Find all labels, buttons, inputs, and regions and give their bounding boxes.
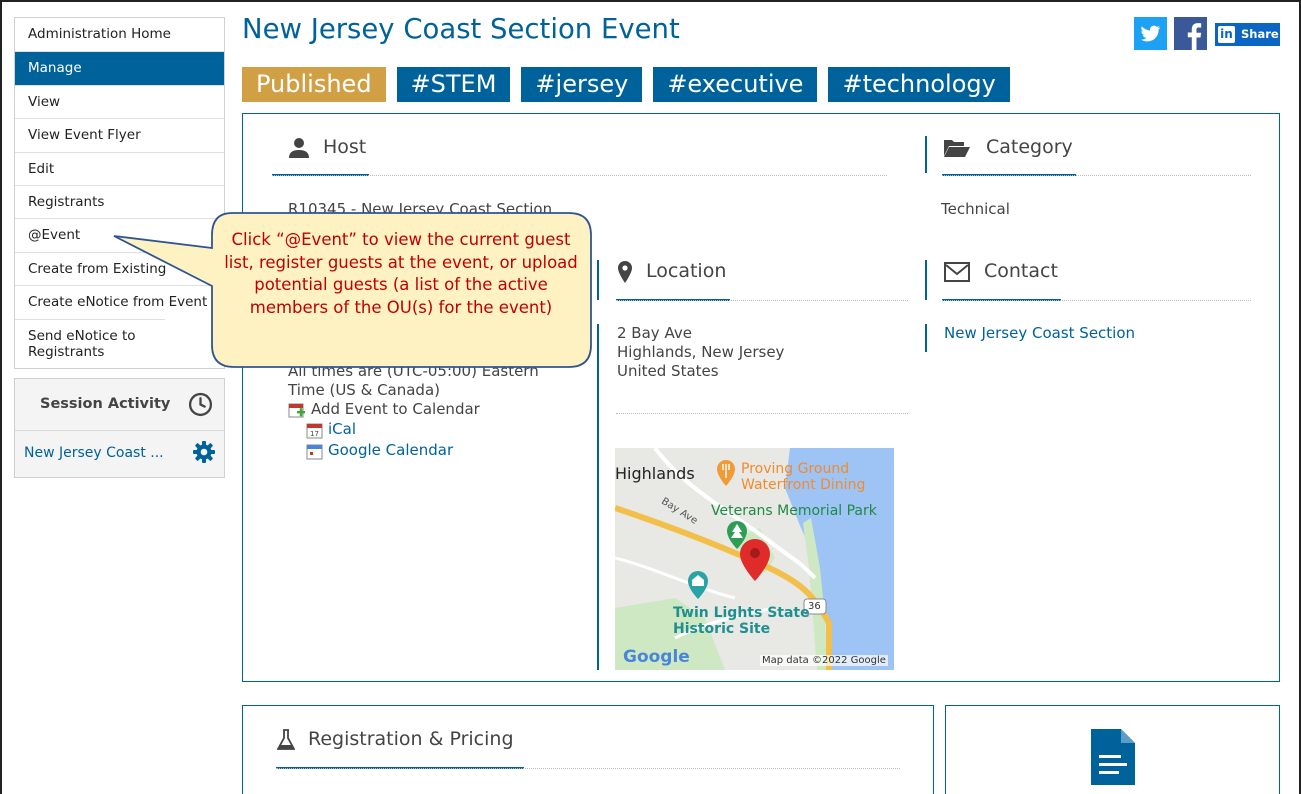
map-attribution[interactable]: Map data ©2022 Google	[760, 655, 888, 666]
calendar-add-icon	[288, 403, 305, 418]
google-calendar-icon	[306, 444, 323, 460]
address-line-1: 2 Bay Ave	[617, 324, 692, 342]
google-calendar-link[interactable]: Google Calendar	[328, 441, 453, 459]
map-route-shield: 36	[808, 601, 821, 612]
location-map[interactable]: Highlands Bay Ave Proving Ground Waterfr…	[615, 448, 894, 670]
category-value: Technical	[941, 200, 1010, 218]
restaurant-pin-icon	[717, 460, 735, 486]
menu-item-view-event-flyer[interactable]: View Event Flyer	[15, 118, 224, 151]
session-activity-panel: Session Activity New Jersey Coast ...	[14, 378, 225, 478]
session-activity-title: Session Activity	[40, 396, 171, 412]
menu-item-manage[interactable]: Manage	[15, 51, 224, 85]
linkedin-share-label: Share	[1241, 27, 1279, 41]
address-divider	[616, 413, 908, 414]
tag-row: Published #STEM #jersey #executive #tech…	[242, 67, 1010, 102]
category-heading-text: Category	[986, 136, 1073, 158]
session-activity-link[interactable]: New Jersey Coast ...	[24, 445, 164, 461]
gear-icon[interactable]	[192, 440, 216, 464]
callout-text: Click “@Event” to view the current guest…	[224, 230, 578, 317]
map-label-poi2-line2: Historic Site	[673, 621, 771, 637]
contact-vline	[925, 324, 927, 352]
map-label-poi1-line2: Waterfront Dining	[741, 477, 866, 493]
location-vline	[597, 324, 599, 670]
host-value: R10345 - New Jersey Coast Section	[288, 200, 553, 218]
menu-item-create-enotice[interactable]: Create eNotice from Event	[15, 285, 224, 318]
twitter-icon[interactable]	[1134, 17, 1167, 50]
documents-panel	[945, 705, 1280, 794]
timezone-line-1: All times are (UTC-05:00) Eastern	[288, 362, 539, 380]
menu-item-create-from-existing[interactable]: Create from Existing	[15, 251, 224, 285]
registration-heading-text: Registration & Pricing	[308, 728, 514, 750]
status-badge: Published	[242, 67, 386, 102]
admin-menu: Administration Home Manage View View Eve…	[14, 17, 225, 369]
google-logo: Google	[623, 647, 690, 667]
clock-icon[interactable]	[188, 392, 213, 417]
map-label-town: Highlands	[615, 464, 695, 483]
timezone-line-2: Time (US & Canada)	[288, 381, 440, 399]
menu-item-send-enotice[interactable]: Send eNotice to Registrants	[15, 318, 165, 368]
tag-executive[interactable]: #executive	[653, 67, 818, 102]
menu-item-edit[interactable]: Edit	[15, 151, 224, 185]
page-title: New Jersey Coast Section Event	[242, 13, 680, 45]
host-heading-text: Host	[323, 136, 367, 158]
tag-jersey[interactable]: #jersey	[521, 67, 643, 102]
contact-divider	[942, 300, 1251, 301]
document-icon[interactable]	[1089, 727, 1137, 787]
host-divider	[272, 175, 887, 176]
linkedin-icon: in	[1218, 26, 1235, 43]
contact-heading: Contact	[943, 260, 1243, 286]
contact-vline-top	[925, 260, 927, 300]
session-divider	[15, 430, 224, 431]
registration-pricing-panel: Registration & Pricing	[242, 705, 934, 794]
address-line-3: United States	[617, 362, 719, 380]
facebook-icon[interactable]	[1174, 17, 1207, 50]
tag-technology[interactable]: #technology	[828, 67, 1010, 102]
tag-stem[interactable]: #STEM	[396, 67, 511, 102]
envelope-icon	[944, 262, 970, 282]
historic-site-pin-icon	[688, 571, 708, 599]
menu-item-registrants[interactable]: Registrants	[15, 184, 224, 218]
map-label-park: Veterans Memorial Park	[711, 503, 877, 519]
map-label-poi2-line1: Twin Lights State	[673, 605, 810, 621]
registration-divider	[276, 768, 900, 769]
category-heading: Category	[943, 136, 1243, 162]
address-line-2: Highlands, New Jersey	[617, 343, 785, 361]
host-heading: Host	[287, 136, 587, 162]
category-vline	[925, 136, 927, 173]
linkedin-share-button[interactable]: in Share	[1215, 23, 1280, 46]
location-heading-text: Location	[646, 260, 727, 282]
category-divider	[942, 175, 1251, 176]
social-share	[1134, 17, 1207, 50]
add-to-calendar-label: Add Event to Calendar	[311, 400, 480, 418]
location-heading: Location	[615, 260, 895, 286]
map-marker-icon	[618, 261, 632, 283]
contact-heading-text: Contact	[984, 260, 1058, 282]
contact-link[interactable]: New Jersey Coast Section	[944, 324, 1135, 342]
menu-item-administration-home[interactable]: Administration Home	[15, 18, 224, 51]
menu-item-at-event[interactable]: @Event	[15, 218, 224, 251]
flask-icon	[277, 729, 295, 750]
ical-icon: 17	[306, 423, 323, 439]
user-icon	[289, 138, 309, 158]
map-label-poi1-line1: Proving Ground	[741, 461, 850, 477]
registration-heading: Registration & Pricing	[277, 728, 577, 754]
menu-item-view[interactable]: View	[15, 84, 224, 118]
location-divider	[616, 300, 908, 301]
location-vline-top	[597, 260, 599, 300]
folder-open-icon	[944, 140, 970, 157]
svg-text:17: 17	[310, 430, 319, 438]
ical-link[interactable]: iCal	[328, 420, 356, 438]
location-pin-icon	[740, 539, 770, 581]
menu-item-send-enotice-label: Send eNotice to Registrants	[28, 327, 136, 360]
